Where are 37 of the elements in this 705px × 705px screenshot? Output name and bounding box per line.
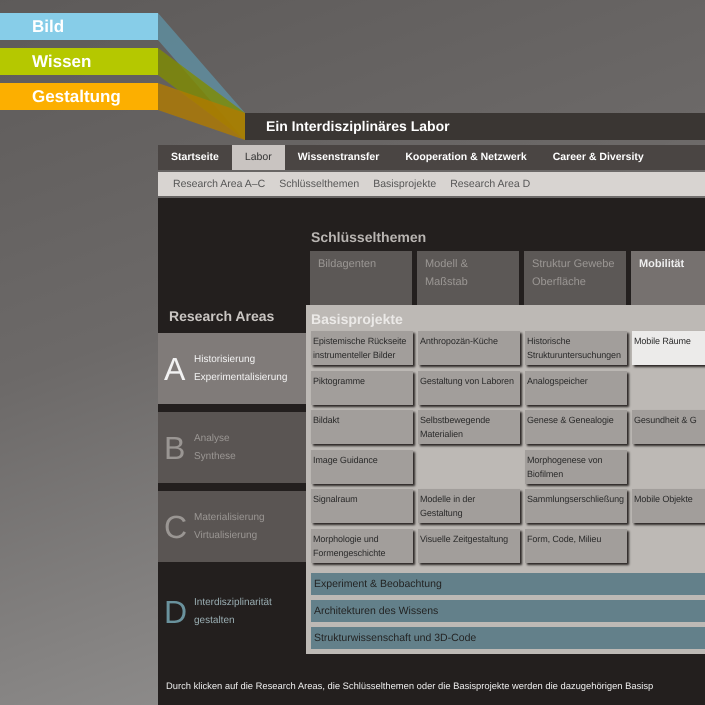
topic-tile[interactable]: Mobilität — [631, 251, 705, 305]
footer-note: Durch klicken auf die Research Areas, die Schlüsselthemen oder die Basisprojekte werden die dazugehörigen Basisp — [165, 678, 654, 693]
project-tile[interactable]: Morphologie und Formengeschichte — [311, 528, 413, 562]
project-tile[interactable]: Image Guidance — [311, 450, 413, 484]
project-tile[interactable]: Visuelle Zeitgestaltung — [418, 528, 520, 562]
subnav-link[interactable]: Schlüsselthemen — [272, 172, 366, 196]
project-tile[interactable]: Historische Strukturuntersuchungen — [525, 331, 627, 365]
site-title: Ein Interdisziplinäres Labor — [245, 113, 705, 140]
project-tile[interactable]: Gesundheit & G — [632, 410, 705, 444]
subnav-link[interactable]: Research Area A–C — [166, 172, 272, 196]
section-heading: Research Areas — [168, 307, 276, 326]
project-tile[interactable]: Selbstbewegende Materialien — [418, 410, 520, 444]
subnav-link[interactable]: Basisprojekte — [366, 172, 444, 196]
project-tile[interactable]: Genese & Genealogie — [525, 410, 627, 444]
subnav-link[interactable]: Research Area D — [443, 172, 538, 196]
project-tile[interactable]: Form, Code, Milieu — [525, 528, 627, 562]
project-tile[interactable]: Mobile Räume — [632, 331, 705, 365]
project-tile[interactable]: Epistemische Rückseite instrumenteller Bilder — [311, 331, 413, 365]
nav-tab[interactable]: Wissenstransfer — [284, 145, 392, 170]
project-tile[interactable]: Signalraum — [311, 489, 413, 523]
project-tile[interactable]: Bildakt — [311, 410, 413, 444]
nav-tab[interactable]: Kooperation & Netzwerk — [392, 145, 540, 170]
project-bar[interactable]: Experiment & Beobachtung — [311, 573, 705, 595]
nav-tab[interactable]: Labor — [232, 145, 285, 170]
nav-tab[interactable]: Startseite — [158, 145, 232, 170]
project-tile[interactable]: Mobile Objekte — [632, 489, 705, 523]
project-tile[interactable]: Anthropozän-Küche — [418, 331, 520, 365]
project-bar[interactable]: Architekturen des Wissens — [311, 600, 705, 622]
project-tile[interactable]: Piktogramme — [311, 370, 413, 404]
project-tile[interactable]: Analogspeicher — [525, 370, 627, 404]
nav-tab[interactable]: Career & Diversity — [540, 145, 657, 170]
project-tile[interactable]: Morphogenese von Biofilmen — [525, 450, 627, 484]
project-tile[interactable]: Gestaltung von Laboren — [418, 370, 520, 404]
section-heading: Schlüsselthemen — [310, 228, 428, 247]
project-bar[interactable]: Strukturwissenschaft und 3D-Code — [311, 627, 705, 649]
project-tile[interactable]: Sammlungserschließung — [525, 489, 627, 523]
project-tile[interactable]: Modelle in der Gestaltung — [418, 489, 520, 523]
